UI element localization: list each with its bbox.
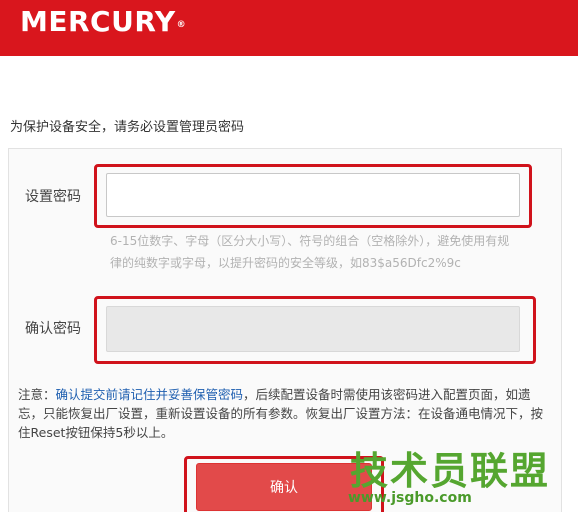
- notice-text: 注意：确认提交前请记住并妥善保管密码，后续配置设备时需使用该密码进入配置页面，如…: [18, 385, 548, 442]
- notice-prefix: 注意：: [18, 387, 56, 402]
- password-hint: 6-15位数字、字母（区分大小写）、符号的组合（空格除外），避免使用有规律的纯数…: [110, 234, 510, 270]
- password-input[interactable]: [106, 173, 520, 217]
- confirm-button[interactable]: 确认: [196, 463, 372, 511]
- watermark-text: 技术员联盟: [350, 449, 551, 493]
- watermark-url: www.jsgho.com: [348, 490, 472, 506]
- mercury-logo: MERCURY®: [20, 5, 187, 38]
- notice-emphasis: 确认提交前请记住并妥善保管密码: [55, 387, 244, 402]
- confirm-password-label: 确认密码: [25, 321, 81, 337]
- confirm-password-input[interactable]: [106, 306, 520, 352]
- password-label: 设置密码: [25, 189, 81, 205]
- top-header: MERCURY®: [0, 0, 578, 56]
- intro-text: 为保护设备安全，请务必设置管理员密码: [10, 120, 245, 135]
